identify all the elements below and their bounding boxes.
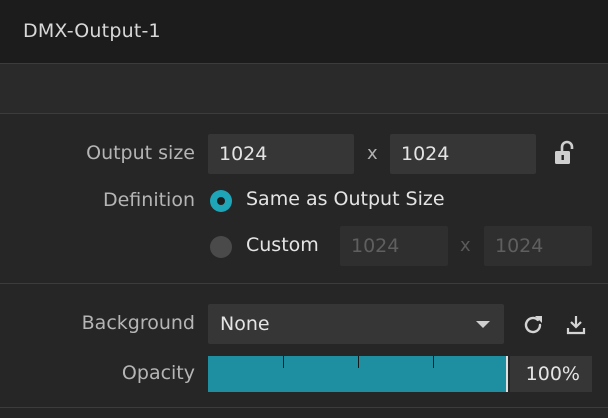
- output-size-section: Output size x Definition Same as Output …: [0, 114, 608, 284]
- radio-same-as-output-label[interactable]: Same as Output Size: [246, 188, 445, 210]
- opacity-label: Opacity: [121, 362, 195, 384]
- background-dropdown[interactable]: None: [208, 304, 504, 344]
- size-separator: x: [367, 143, 378, 164]
- slider-tick: [283, 356, 284, 368]
- radio-custom[interactable]: [210, 236, 232, 258]
- custom-width-input[interactable]: [340, 226, 448, 266]
- radio-custom-label[interactable]: Custom: [246, 234, 319, 256]
- slider-tick: [358, 356, 359, 368]
- opacity-slider[interactable]: [208, 356, 508, 392]
- background-label: Background: [81, 312, 195, 334]
- bottom-strip: [0, 408, 608, 418]
- download-icon[interactable]: [565, 313, 587, 341]
- output-width-input[interactable]: [208, 134, 354, 174]
- refresh-icon[interactable]: [521, 313, 545, 341]
- radio-same-as-output[interactable]: [210, 190, 232, 212]
- output-height-input[interactable]: [390, 134, 536, 174]
- output-size-label: Output size: [86, 142, 195, 164]
- opacity-slider-handle[interactable]: [506, 356, 508, 392]
- unlock-icon[interactable]: [553, 140, 575, 172]
- definition-label: Definition: [102, 189, 195, 211]
- toolbar-strip: [0, 64, 608, 114]
- background-dropdown-value: None: [220, 313, 270, 335]
- custom-height-input[interactable]: [484, 226, 592, 266]
- custom-size-separator: x: [460, 235, 471, 256]
- slider-tick: [433, 356, 434, 368]
- title-bar: DMX-Output-1: [0, 0, 608, 64]
- opacity-value[interactable]: 100%: [510, 356, 592, 392]
- chevron-down-icon: [476, 321, 490, 328]
- window-title: DMX-Output-1: [23, 20, 161, 42]
